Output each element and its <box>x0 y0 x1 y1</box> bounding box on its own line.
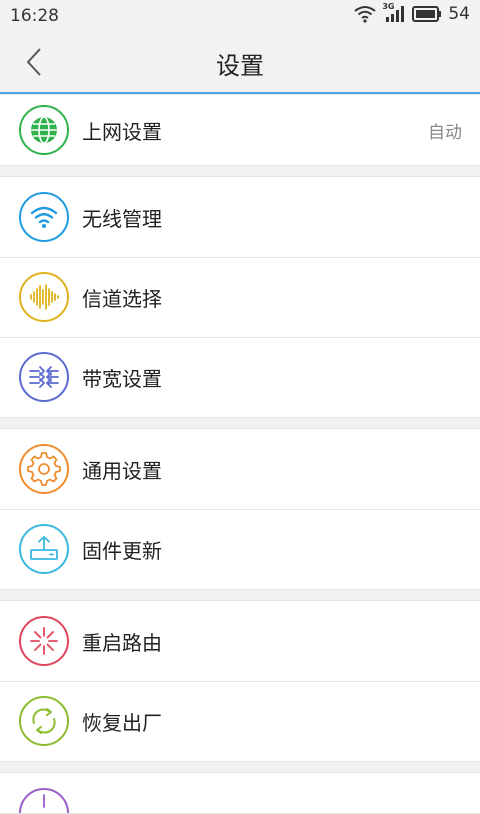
internet-settings-label: 上网设置 <box>82 119 162 144</box>
firmware-update-label: 固件更新 <box>82 538 162 563</box>
nav-bar: 设置 <box>0 32 480 92</box>
wireless-management-item[interactable]: 无线管理 <box>0 177 480 257</box>
status-icons: 3G 54 <box>354 2 470 24</box>
globe-icon <box>18 104 70 156</box>
status-bar: 16:28 3G 54 <box>0 0 480 32</box>
settings-group-more <box>0 772 480 814</box>
bandwidth-arrows-icon <box>18 351 70 403</box>
firmware-update-item[interactable]: 固件更新 <box>0 509 480 589</box>
internet-mode-value: 自动 <box>428 122 462 143</box>
settings-group-system: 通用设置 固件更新 <box>0 428 480 590</box>
internet-settings-item[interactable]: 上网设置 自动 <box>0 95 480 165</box>
general-settings-item[interactable]: 通用设置 <box>0 429 480 509</box>
page-title: 设置 <box>216 52 264 80</box>
reboot-icon <box>18 615 70 667</box>
wireless-management-label: 无线管理 <box>82 206 162 231</box>
wifi-icon <box>18 191 70 243</box>
channel-selection-label: 信道选择 <box>82 286 162 311</box>
general-settings-label: 通用设置 <box>82 458 162 483</box>
battery-icon <box>412 6 442 22</box>
reboot-router-label: 重启路由 <box>82 630 162 655</box>
gear-icon <box>18 443 70 495</box>
settings-group-internet: 上网设置 自动 <box>0 94 480 166</box>
settings-list: 上网设置 自动 无线管理 信道选择 带宽设置 通用设置 固件更新 重启路由 恢复… <box>0 94 480 814</box>
network-type-label: 3G <box>382 2 395 11</box>
sound-wave-icon <box>18 271 70 323</box>
status-time: 16:28 <box>10 6 59 26</box>
settings-group-wireless: 无线管理 信道选择 带宽设置 <box>0 176 480 418</box>
channel-selection-item[interactable]: 信道选择 <box>0 257 480 337</box>
upload-icon <box>18 523 70 575</box>
settings-group-maintenance: 重启路由 恢复出厂 <box>0 600 480 762</box>
bandwidth-settings-label: 带宽设置 <box>82 366 162 391</box>
cellular-signal-icon: 3G <box>382 2 406 24</box>
factory-reset-label: 恢复出厂 <box>82 710 162 735</box>
restore-icon <box>18 695 70 747</box>
wifi-icon <box>354 5 376 23</box>
partial-item-icon <box>18 787 70 813</box>
factory-reset-item[interactable]: 恢复出厂 <box>0 681 480 761</box>
battery-level: 54 <box>448 4 470 24</box>
partial-settings-item[interactable] <box>0 773 480 813</box>
bandwidth-settings-item[interactable]: 带宽设置 <box>0 337 480 417</box>
reboot-router-item[interactable]: 重启路由 <box>0 601 480 681</box>
